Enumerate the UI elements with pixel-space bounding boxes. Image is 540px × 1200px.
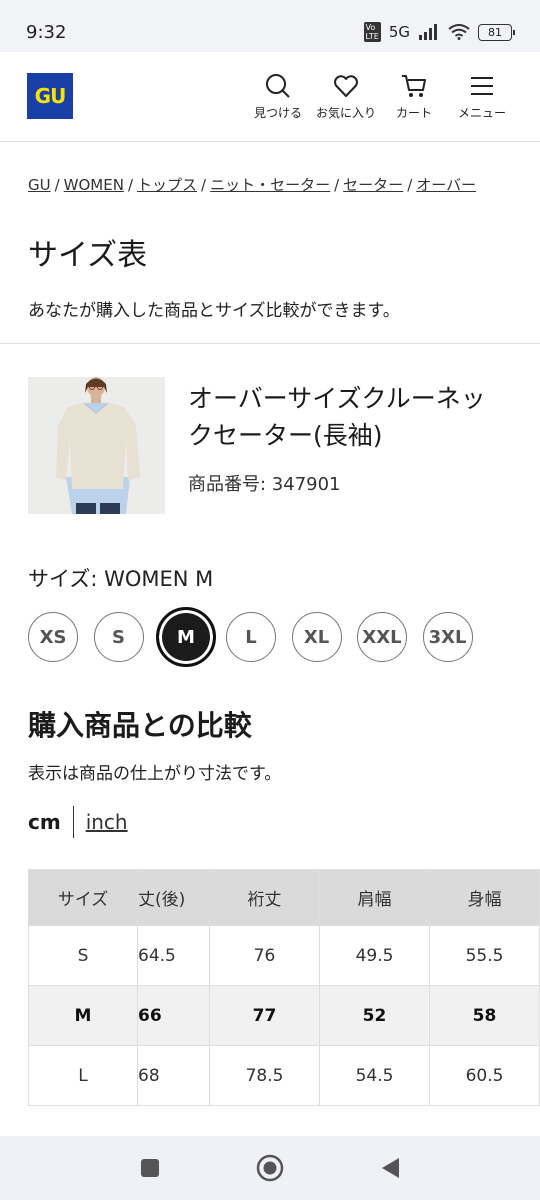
- cart-icon: [402, 75, 426, 97]
- size-chip-xxl[interactable]: XXL: [357, 612, 407, 662]
- breadcrumb-knit[interactable]: ニット・セーター: [210, 176, 330, 194]
- signal-icon: [419, 24, 437, 40]
- comparison-note: 表示は商品の仕上がり寸法です。: [28, 764, 282, 784]
- nav-discover[interactable]: 見つける: [248, 72, 308, 121]
- wifi-icon: [448, 24, 470, 40]
- table-header-cell: 肩幅: [319, 869, 430, 926]
- volte-icon: Vo LTE: [363, 22, 381, 42]
- network-label: 5G: [388, 23, 410, 41]
- system-nav-bar: [0, 1136, 540, 1200]
- nav-discover-label: 見つける: [253, 106, 302, 120]
- table-cell: 58: [429, 985, 540, 1046]
- breadcrumb-sweater[interactable]: セーター: [343, 176, 403, 194]
- table-header-cell: サイズ: [28, 869, 138, 926]
- table-cell: 60.5: [429, 1045, 540, 1106]
- unit-cm-button[interactable]: cm: [28, 810, 61, 834]
- table-cell: 76: [209, 925, 320, 986]
- battery-level: 81: [488, 25, 502, 39]
- status-bar: 9:32 Vo LTE 5G 81: [0, 0, 540, 52]
- table-cell: M: [28, 985, 138, 1046]
- heart-icon: [334, 75, 358, 97]
- search-icon: [266, 74, 290, 98]
- breadcrumb-oversize[interactable]: オーバー: [416, 176, 476, 194]
- comparison-title: 購入商品との比較: [28, 709, 252, 742]
- table-row: S 64.5 76 49.5 55.5: [28, 925, 540, 986]
- nav-menu[interactable]: メニュー: [452, 72, 512, 121]
- size-chip-xl[interactable]: XL: [291, 612, 342, 662]
- table-cell: 78.5: [209, 1045, 320, 1106]
- site-header: GU 見つける お気に入り カート メニュー: [0, 52, 540, 142]
- table-cell: 49.5: [319, 925, 430, 986]
- size-chip-m[interactable]: M: [156, 607, 216, 667]
- nav-favorites-label: お気に入り: [316, 106, 377, 120]
- table-header-cell: 丈(後): [137, 869, 210, 926]
- gu-logo[interactable]: GU: [27, 73, 73, 119]
- square-icon: [141, 1159, 159, 1177]
- table-header-cell: 身幅: [429, 869, 540, 926]
- nav-menu-label: メニュー: [457, 106, 506, 120]
- product-code: 商品番号: 347901: [188, 474, 341, 495]
- divider: [0, 343, 540, 344]
- table-cell: S: [28, 925, 138, 986]
- product-name: オーバーサイズクルーネックセーター(長袖): [188, 384, 486, 450]
- table-cell: L: [28, 1045, 138, 1106]
- status-time: 9:32: [26, 22, 67, 43]
- table-cell: 54.5: [319, 1045, 430, 1106]
- table-cell: 68: [137, 1045, 210, 1106]
- home-button[interactable]: [256, 1154, 284, 1182]
- page-title: サイズ表: [28, 238, 148, 273]
- table-cell: 77: [209, 985, 320, 1046]
- nav-cart[interactable]: カート: [384, 72, 444, 121]
- size-label: サイズ: WOMEN M: [28, 567, 214, 591]
- unit-inch-link[interactable]: inch: [86, 810, 128, 834]
- circle-icon: [256, 1154, 284, 1182]
- nav-favorites[interactable]: お気に入り: [316, 72, 376, 121]
- breadcrumb-tops[interactable]: トップス: [137, 176, 197, 194]
- battery-icon: 81: [478, 23, 515, 41]
- triangle-back-icon: [382, 1158, 399, 1178]
- breadcrumb-gu[interactable]: GU: [28, 176, 51, 194]
- breadcrumb-fade: [474, 170, 514, 196]
- product-photo: [28, 377, 165, 514]
- header-nav: 見つける お気に入り カート メニュー: [248, 72, 512, 121]
- status-icons: Vo LTE 5G 81: [363, 22, 515, 42]
- page-description: あなたが購入した商品とサイズ比較ができます。: [28, 301, 400, 321]
- size-chip-s[interactable]: S: [93, 612, 144, 662]
- table-cell: 64.5: [137, 925, 210, 986]
- table-row-current: M 66 77 52 58: [28, 985, 540, 1046]
- size-table: サイズ 丈(後) 裄丈 肩幅 身幅 S 64.5 76 49.5 55.5 M …: [28, 869, 540, 1106]
- breadcrumb: GU / WOMEN / トップス / ニット・セーター / セーター / オーバー: [28, 176, 477, 194]
- unit-divider: [72, 806, 74, 838]
- breadcrumb-women[interactable]: WOMEN: [64, 176, 124, 194]
- table-cell: 55.5: [429, 925, 540, 986]
- size-chip-l[interactable]: L: [226, 612, 276, 662]
- product-image: [28, 377, 165, 514]
- back-button[interactable]: [376, 1154, 404, 1182]
- nav-cart-label: カート: [395, 106, 432, 120]
- table-cell: 52: [319, 985, 430, 1046]
- size-chip-3xl[interactable]: 3XL: [422, 612, 473, 662]
- table-header-row: サイズ 丈(後) 裄丈 肩幅 身幅: [28, 869, 540, 926]
- table-cell: 66: [137, 985, 210, 1046]
- menu-icon: [471, 77, 493, 95]
- table-row: L 68 78.5 54.5 60.5: [28, 1045, 540, 1106]
- size-chip-xs[interactable]: XS: [28, 612, 78, 662]
- table-header-cell: 裄丈: [209, 869, 320, 926]
- size-selector: XS S M L XL XXL 3XL: [28, 607, 488, 667]
- recents-button[interactable]: [136, 1154, 164, 1182]
- unit-toggle: cm inch: [28, 806, 128, 838]
